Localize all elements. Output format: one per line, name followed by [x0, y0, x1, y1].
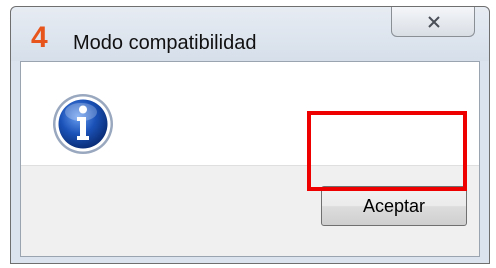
app-logo-icon: 4	[31, 21, 48, 54]
close-button[interactable]	[391, 7, 475, 37]
title-bar[interactable]: 4 Modo compatibilidad	[11, 7, 489, 61]
window-title: Modo compatibilidad	[73, 32, 257, 54]
dialog-window: 4 Modo compatibilidad Aceptar	[10, 6, 490, 264]
button-bar: Aceptar	[21, 165, 479, 256]
dialog-body: Aceptar	[20, 61, 480, 257]
close-icon	[428, 16, 440, 28]
ok-button[interactable]: Aceptar	[321, 186, 467, 226]
message-area	[21, 62, 479, 166]
info-icon	[53, 94, 113, 154]
